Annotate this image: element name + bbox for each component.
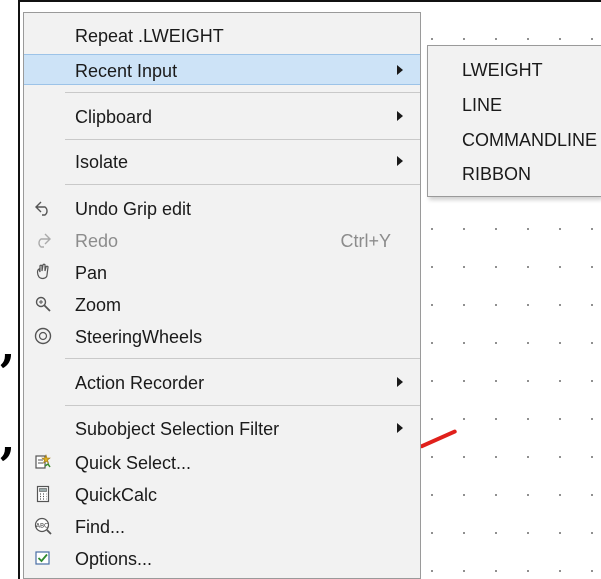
pan-icon [36, 263, 49, 280]
menu-item-label: Find... [75, 517, 126, 537]
menu-item-zoom[interactable]: Zoom [24, 289, 420, 320]
undo-icon [35, 201, 48, 216]
menu-separator [65, 92, 420, 93]
steering-wheel-icon [34, 327, 52, 345]
menu-item-label: QuickCalc [75, 485, 158, 505]
submenu-arrow-icon [397, 423, 403, 433]
find-icon: ABC [34, 517, 52, 535]
submenu-arrow-icon [397, 111, 403, 121]
menu-item-isolate[interactable]: Isolate [24, 146, 420, 177]
submenu-item-commandline[interactable]: COMMANDLINE [428, 125, 601, 155]
menu-item-pan[interactable]: Pan [24, 257, 420, 288]
comma-mark-2: , [0, 414, 16, 465]
menu-item-label: Repeat .LWEIGHT [75, 26, 224, 46]
submenu-item-ribbon[interactable]: RIBBON [428, 159, 601, 189]
menu-item-label: Options... [75, 549, 153, 569]
menu-item-undo-grip-edit[interactable]: Undo Grip edit [24, 193, 420, 224]
menu-item-label: Undo Grip edit [75, 199, 192, 219]
submenu-item-line[interactable]: LINE [428, 90, 601, 120]
menu-item-label: Redo [75, 231, 119, 251]
submenu-arrow-icon [397, 156, 403, 166]
menu-item-subobject-selection-filter[interactable]: Subobject Selection Filter [24, 413, 420, 444]
menu-item-recent-input[interactable]: Recent Input [24, 54, 420, 85]
menu-item-label: Pan [75, 263, 108, 283]
recent-input-submenu: LWEIGHT LINE COMMANDLINE RIBBON [427, 45, 601, 197]
submenu-arrow-icon [397, 377, 403, 387]
submenu-item-label: RIBBON [462, 164, 532, 184]
menu-item-shortcut: Ctrl+Y [340, 231, 391, 251]
menu-item-redo[interactable]: Redo Ctrl+Y [24, 225, 420, 256]
menu-item-action-recorder[interactable]: Action Recorder [24, 367, 420, 398]
menu-item-label: Subobject Selection Filter [75, 419, 280, 439]
menu-item-label: Isolate [75, 152, 129, 172]
drawn-line[interactable] [419, 428, 458, 449]
menu-item-quick-select[interactable]: Quick Select... [24, 447, 420, 478]
zoom-icon [35, 296, 51, 312]
context-menu: Repeat .LWEIGHT Recent Input Clipboard I… [23, 12, 421, 579]
menu-separator [65, 405, 420, 406]
redo-icon [38, 233, 51, 248]
menu-item-label: Zoom [75, 295, 122, 315]
menu-item-label: Action Recorder [75, 373, 205, 393]
menu-item-label: Clipboard [75, 107, 153, 127]
comma-mark-1: , [0, 321, 16, 372]
menu-item-label: Recent Input [75, 61, 178, 81]
menu-separator [65, 139, 420, 140]
calculator-icon [36, 485, 50, 503]
submenu-item-label: LWEIGHT [462, 60, 543, 80]
svg-text:ABC: ABC [36, 523, 48, 530]
menu-item-clipboard[interactable]: Clipboard [24, 101, 420, 132]
menu-item-repeat-lweight[interactable]: Repeat .LWEIGHT [24, 20, 420, 51]
menu-separator [65, 184, 420, 185]
menu-item-quickcalc[interactable]: QuickCalc [24, 479, 420, 510]
menu-item-find[interactable]: ABC Find... [24, 511, 420, 542]
menu-item-steeringwheels[interactable]: SteeringWheels [24, 321, 420, 352]
menu-item-label: Quick Select... [75, 453, 192, 473]
quick-select-icon [35, 454, 51, 469]
menu-separator [65, 358, 420, 359]
submenu-arrow-icon [397, 65, 403, 75]
options-checkbox-icon [35, 551, 50, 565]
submenu-item-label: LINE [462, 95, 503, 115]
menu-item-label: SteeringWheels [75, 327, 203, 347]
submenu-item-label: COMMANDLINE [462, 130, 598, 150]
submenu-item-lweight[interactable]: LWEIGHT [428, 55, 601, 85]
menu-item-options[interactable]: Options... [24, 543, 420, 574]
